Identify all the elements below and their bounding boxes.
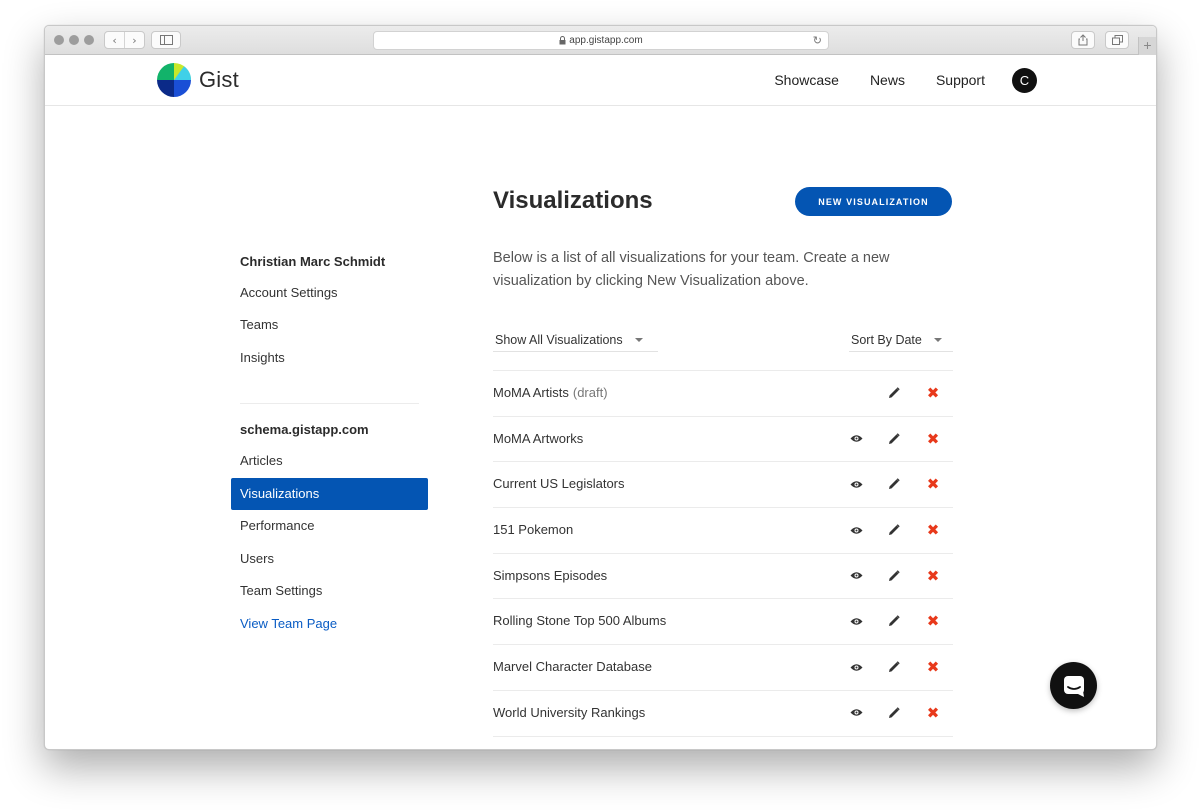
logo[interactable]: Gist xyxy=(157,63,239,97)
pencil-icon[interactable] xyxy=(886,431,902,447)
sidebar-item-articles[interactable]: Articles xyxy=(231,445,428,477)
visualization-row[interactable]: Marvel Character Database ✖ xyxy=(493,645,953,691)
sort-dropdown[interactable]: Sort By Date xyxy=(849,328,953,352)
nav-support[interactable]: Support xyxy=(936,72,985,88)
browser-window: ‹ › app.gistapp.com ↻ + Gist Showcase Ne… xyxy=(44,25,1157,750)
caret-down-icon xyxy=(933,337,942,342)
url-text: app.gistapp.com xyxy=(569,35,643,46)
sidebar-toggle-button[interactable] xyxy=(151,31,181,49)
visualization-name[interactable]: MoMA Artworks xyxy=(493,431,583,446)
caret-down-icon xyxy=(634,337,643,342)
site-header: Gist Showcase News Support C xyxy=(45,55,1156,106)
sidebar-item-teams[interactable]: Teams xyxy=(231,309,428,341)
share-button[interactable] xyxy=(1071,31,1095,49)
minimize-window-button[interactable] xyxy=(69,35,79,45)
share-icon xyxy=(1078,34,1088,46)
visualization-row[interactable]: 151 Pokemon ✖ xyxy=(493,508,953,554)
sidebar-item-insights[interactable]: Insights xyxy=(231,342,428,374)
visualization-list: MoMA Artists (draft) ✖ MoMA Artworks ✖ Curren… xyxy=(493,370,953,737)
lock-icon xyxy=(559,36,566,45)
chat-icon xyxy=(1063,675,1084,697)
tabs-button[interactable] xyxy=(1105,31,1129,49)
sidebar-item-performance[interactable]: Performance xyxy=(231,510,428,542)
visualization-name[interactable]: MoMA Artists (draft) xyxy=(493,385,608,400)
draft-tag: (draft) xyxy=(572,385,608,400)
close-icon[interactable]: ✖ xyxy=(925,567,941,585)
visualization-name[interactable]: World University Rankings xyxy=(493,705,645,720)
eye-icon[interactable] xyxy=(848,705,864,721)
sidebar-team-heading: schema.gistapp.com xyxy=(240,422,369,437)
visualization-row[interactable]: Current US Legislators ✖ xyxy=(493,462,953,509)
pencil-icon[interactable] xyxy=(886,522,902,538)
sidebar-item-account-settings[interactable]: Account Settings xyxy=(231,277,428,309)
sidebar-item-visualizations[interactable]: Visualizations xyxy=(231,478,428,510)
sidebar-item-team-settings[interactable]: Team Settings xyxy=(231,575,428,607)
reload-icon[interactable]: ↻ xyxy=(813,34,822,47)
visualization-row[interactable]: World University Rankings ✖ xyxy=(493,691,953,737)
new-visualization-button[interactable]: NEW VISUALIZATION xyxy=(795,187,952,216)
sidebar-divider xyxy=(240,403,419,404)
eye-icon[interactable] xyxy=(848,659,864,675)
pencil-icon[interactable] xyxy=(886,705,902,721)
browser-toolbar: ‹ › app.gistapp.com ↻ + xyxy=(45,26,1156,55)
eye-icon[interactable] xyxy=(848,568,864,584)
visualization-name[interactable]: 151 Pokemon xyxy=(493,522,573,537)
visualization-name[interactable]: Current US Legislators xyxy=(493,476,625,491)
back-button[interactable]: ‹ xyxy=(105,32,124,48)
sidebar-item-users[interactable]: Users xyxy=(231,543,428,575)
address-bar[interactable]: app.gistapp.com ↻ xyxy=(373,31,829,50)
pencil-icon[interactable] xyxy=(886,613,902,629)
page-title: Visualizations xyxy=(493,187,653,214)
sidebar-icon xyxy=(159,35,173,45)
eye-icon[interactable] xyxy=(848,431,864,447)
zoom-window-button[interactable] xyxy=(84,35,94,45)
tabs-icon xyxy=(1111,35,1123,45)
visualization-row[interactable]: Simpsons Episodes ✖ xyxy=(493,554,953,600)
pencil-icon[interactable] xyxy=(886,659,902,675)
view-team-page-link[interactable]: View Team Page xyxy=(231,608,428,640)
filter-dropdown-label: Show All Visualizations xyxy=(495,332,623,347)
close-icon[interactable]: ✖ xyxy=(925,521,941,539)
visualization-name[interactable]: Marvel Character Database xyxy=(493,659,652,674)
close-icon[interactable]: ✖ xyxy=(925,475,941,493)
close-icon[interactable]: ✖ xyxy=(925,430,941,448)
main-nav: Showcase News Support xyxy=(743,72,985,88)
visualization-name[interactable]: Simpsons Episodes xyxy=(493,568,607,583)
pencil-icon[interactable] xyxy=(886,476,902,492)
visualization-row[interactable]: MoMA Artworks ✖ xyxy=(493,417,953,463)
filter-dropdown[interactable]: Show All Visualizations xyxy=(493,328,658,352)
intro-text: Below is a list of all visualizations fo… xyxy=(493,250,890,289)
forward-button[interactable]: › xyxy=(125,32,144,48)
nav-news[interactable]: News xyxy=(870,72,905,88)
close-icon[interactable]: ✖ xyxy=(925,658,941,676)
avatar[interactable]: C xyxy=(1012,68,1037,93)
close-window-button[interactable] xyxy=(54,35,64,45)
eye-icon[interactable] xyxy=(848,613,864,629)
pencil-icon[interactable] xyxy=(886,568,902,584)
close-icon[interactable]: ✖ xyxy=(925,704,941,722)
sort-dropdown-label: Sort By Date xyxy=(851,332,922,347)
eye-icon[interactable] xyxy=(848,476,864,492)
sidebar-user-heading: Christian Marc Schmidt xyxy=(240,254,386,269)
chat-launcher-button[interactable] xyxy=(1050,662,1097,709)
new-tab-button[interactable]: + xyxy=(1138,37,1156,55)
pencil-icon[interactable] xyxy=(886,385,902,401)
close-icon[interactable]: ✖ xyxy=(925,384,941,402)
close-icon[interactable]: ✖ xyxy=(925,612,941,630)
logo-text: Gist xyxy=(199,67,239,92)
visualization-row[interactable]: Rolling Stone Top 500 Albums ✖ xyxy=(493,599,953,646)
visualization-row[interactable]: MoMA Artists (draft) ✖ xyxy=(493,371,953,417)
history-nav: ‹ › xyxy=(104,31,145,49)
eye-icon[interactable] xyxy=(848,522,864,538)
gist-logo-icon xyxy=(157,63,191,97)
nav-showcase[interactable]: Showcase xyxy=(774,72,839,88)
visualization-name[interactable]: Rolling Stone Top 500 Albums xyxy=(493,613,666,628)
